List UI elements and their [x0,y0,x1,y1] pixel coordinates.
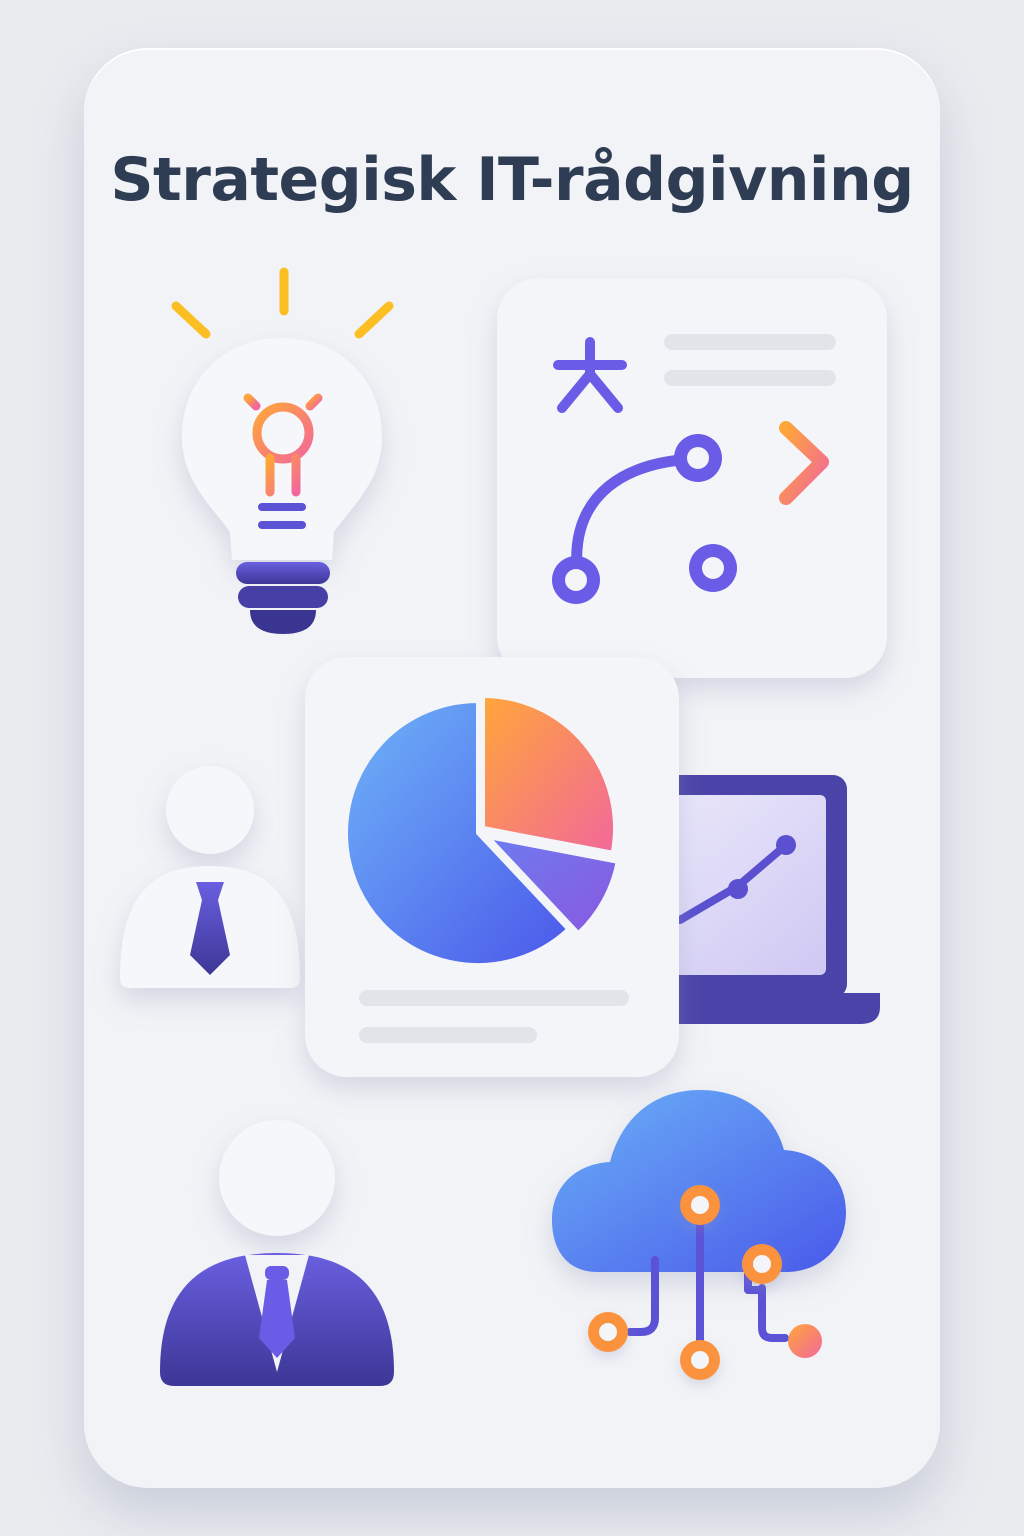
lightbulb-gear-icon [171,267,394,634]
strategy-board-icon [497,278,887,678]
network-node [680,1340,720,1380]
network-node [588,1312,628,1352]
infographic: Strategisk IT-rådgivning [0,0,1024,1536]
network-node [788,1324,822,1358]
business-person-icon [160,1120,394,1386]
cloud-network-icon [552,1090,846,1380]
illustration-canvas [120,267,887,1386]
network-node [742,1244,782,1284]
consultant-person-icon [120,766,300,988]
pie-chart-report-icon [305,657,679,1077]
network-node [680,1185,720,1225]
